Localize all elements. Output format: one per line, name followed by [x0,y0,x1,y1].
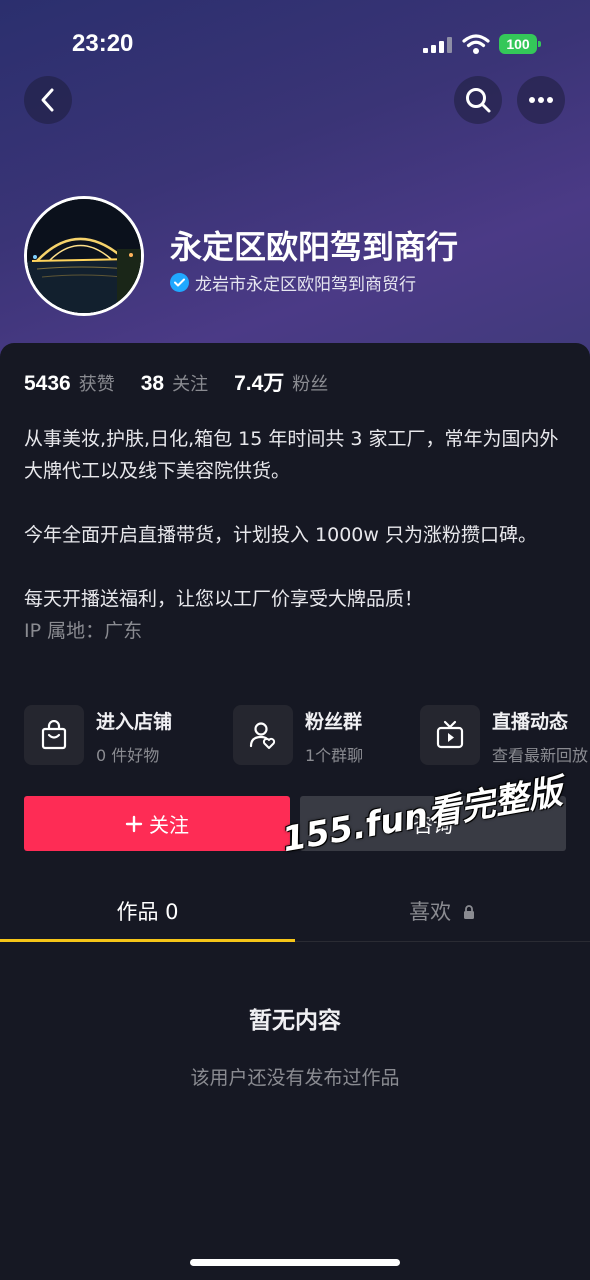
battery-icon: 100 [499,34,541,54]
wifi-icon [462,34,490,54]
stat-following[interactable]: 38 关注 [141,370,208,396]
bio: 从事美妆,护肤,日化,箱包 15 年时间共 3 家工厂，常年为国内外大牌代工以及… [24,423,574,647]
avatar-bridge-night-image [27,199,141,313]
stats-row: 5436 获赞 38 关注 7.4万 粉丝 [24,367,328,397]
more-button[interactable] [517,76,565,124]
search-icon [466,88,491,113]
search-button[interactable] [454,76,502,124]
back-button[interactable] [24,76,72,124]
shopping-bag-icon [24,705,84,765]
plus-icon [125,815,143,832]
stat-likes[interactable]: 5436 获赞 [24,370,115,396]
lock-icon [463,905,474,919]
bio-line: 今年全面开启直播带货，计划投入 1000w 只为涨粉攒口碑。 [24,524,537,546]
verified-check-icon [170,273,189,292]
home-indicator[interactable] [190,1259,400,1266]
cellular-signal-icon [423,37,452,53]
empty-state-subtitle: 该用户还没有发布过作品 [190,1067,400,1089]
tv-live-icon [420,705,480,765]
fan-group-icon [233,705,293,765]
live-entry[interactable]: 直播动态 查看最新回放 [420,705,588,766]
bio-line: 从事美妆,护肤,日化,箱包 15 年时间共 3 家工厂，常年为国内外大牌代工以及… [24,428,559,482]
status-bar: 23:20 100 [0,28,590,62]
empty-state-title: 暂无内容 [249,1008,341,1034]
feature-row: 进入店铺 0 件好物 粉丝群 1个群聊 直播动态 查看最新回放 [24,705,590,767]
follow-button[interactable]: 关注 [24,796,290,851]
ip-location: IP 属地：广东 [24,620,143,642]
avatar[interactable] [24,196,144,316]
more-dots-icon [529,97,553,103]
content-tabs: 作品 0 喜欢 [0,883,590,942]
shop-entry[interactable]: 进入店铺 0 件好物 [24,705,172,766]
verified-text: 龙岩市永定区欧阳驾到商贸行 [195,275,416,295]
tab-works[interactable]: 作品 0 [0,883,295,942]
status-time: 23:20 [72,30,134,57]
active-tab-underline [0,939,295,942]
chevron-left-icon [41,88,54,112]
profile-name: 永定区欧阳驾到商行 [170,228,459,266]
tab-likes[interactable]: 喜欢 [295,883,590,941]
verified-badge-row: 龙岩市永定区欧阳驾到商贸行 [170,270,416,295]
stat-followers[interactable]: 7.4万 粉丝 [234,367,328,397]
profile-panel: 5436 获赞 38 关注 7.4万 粉丝 从事美妆,护肤,日化,箱包 15 年时间共… [0,343,590,1280]
fan-group-entry[interactable]: 粉丝群 1个群聊 [233,705,363,766]
bio-line: 每天开播送福利，让您以工厂价享受大牌品质！ [24,588,424,610]
